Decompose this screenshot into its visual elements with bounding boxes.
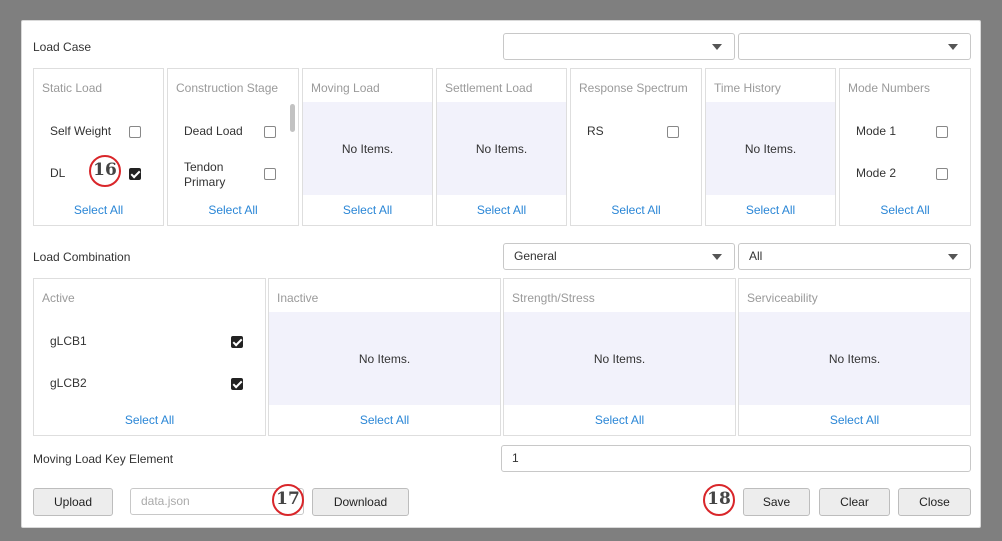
checkbox-checked[interactable] — [231, 378, 243, 390]
download-button[interactable]: Download — [312, 488, 409, 516]
panel-list: No Items. — [706, 102, 835, 195]
save-button[interactable]: Save — [743, 488, 810, 516]
item-label: gLCB1 — [50, 334, 87, 348]
combination-type-dropdown[interactable]: General — [503, 243, 735, 270]
select-all-link[interactable]: Select All — [840, 203, 970, 217]
list-item[interactable]: RS — [587, 124, 685, 154]
list-item[interactable]: gLCB1 — [50, 334, 249, 364]
list-item[interactable]: Self Weight — [50, 124, 147, 154]
panel-settlement-load: Settlement Load No Items. Select All — [436, 68, 567, 226]
chevron-down-icon — [712, 254, 722, 260]
list-item[interactable]: gLCB2 — [50, 376, 249, 406]
checkbox-checked[interactable] — [129, 168, 141, 180]
item-label: RS — [587, 124, 604, 138]
checkbox[interactable] — [264, 168, 276, 180]
load-case-dropdown-1[interactable] — [503, 33, 735, 60]
panel-list: No Items. — [269, 312, 500, 405]
panel-title: Serviceability — [747, 291, 818, 305]
select-all-link[interactable]: Select All — [34, 203, 163, 217]
panel-strength-stress: Strength/Stress No Items. Select All — [503, 278, 736, 436]
panel-title: Response Spectrum — [579, 81, 688, 95]
list-item[interactable]: Dead Load — [184, 124, 282, 154]
panel-inactive: Inactive No Items. Select All — [268, 278, 501, 436]
empty-message: No Items. — [475, 141, 528, 156]
annotation-marker-18: 18 — [703, 484, 735, 516]
select-all-link[interactable]: Select All — [269, 413, 500, 427]
select-all-link[interactable]: Select All — [706, 203, 835, 217]
select-all-link[interactable]: Select All — [504, 413, 735, 427]
clear-button[interactable]: Clear — [819, 488, 890, 516]
list-item[interactable]: Mode 2 — [856, 166, 954, 196]
checkbox[interactable] — [264, 126, 276, 138]
panel-title: Construction Stage — [176, 81, 279, 95]
panel-construction-stage: Construction Stage Dead Load Tendon Prim… — [167, 68, 299, 226]
load-case-dropdown-2[interactable] — [738, 33, 971, 60]
panel-time-history: Time History No Items. Select All — [705, 68, 836, 226]
checkbox[interactable] — [936, 168, 948, 180]
chevron-down-icon — [712, 44, 722, 50]
panel-list: No Items. — [739, 312, 970, 405]
empty-message: No Items. — [358, 351, 411, 366]
panel-title: Active — [42, 291, 75, 305]
chevron-down-icon — [948, 254, 958, 260]
item-label: Mode 1 — [856, 124, 897, 138]
dropdown-value: General — [514, 249, 557, 263]
checkbox[interactable] — [129, 126, 141, 138]
panel-title: Moving Load — [311, 81, 380, 95]
panel-mode-numbers: Mode Numbers Mode 1 Mode 2 Select All — [839, 68, 971, 226]
panel-list: RS — [571, 102, 701, 195]
moving-key-input[interactable]: 1 — [501, 445, 971, 472]
empty-message: No Items. — [828, 351, 881, 366]
annotation-marker-17: 17 — [272, 484, 304, 516]
load-combination-title: Load Combination — [33, 250, 131, 264]
select-all-link[interactable]: Select All — [303, 203, 432, 217]
empty-message: No Items. — [341, 141, 394, 156]
item-label: gLCB2 — [50, 376, 87, 390]
select-all-link[interactable]: Select All — [437, 203, 566, 217]
panel-title: Time History — [714, 81, 781, 95]
panel-title: Static Load — [42, 81, 103, 95]
item-label: Tendon Primary — [184, 160, 226, 189]
checkbox[interactable] — [667, 126, 679, 138]
select-all-link[interactable]: Select All — [571, 203, 701, 217]
upload-button[interactable]: Upload — [33, 488, 113, 516]
panel-list: No Items. — [504, 312, 735, 405]
select-all-link[interactable]: Select All — [34, 413, 265, 427]
checkbox[interactable] — [936, 126, 948, 138]
panel-title: Mode Numbers — [848, 81, 931, 95]
panel-list: Mode 1 Mode 2 — [840, 102, 970, 195]
panel-title: Strength/Stress — [512, 291, 595, 305]
panel-list: No Items. — [437, 102, 566, 195]
load-selection-dialog: Load Case Static Load Self Weight DL Sel… — [21, 20, 981, 528]
load-case-title: Load Case — [33, 40, 92, 54]
close-button[interactable]: Close — [898, 488, 971, 516]
combination-filter-dropdown[interactable]: All — [738, 243, 971, 270]
list-item[interactable]: Tendon Primary — [184, 160, 278, 190]
moving-key-label: Moving Load Key Element — [33, 452, 174, 466]
select-all-link[interactable]: Select All — [739, 413, 970, 427]
panel-static-load: Static Load Self Weight DL Select All — [33, 68, 164, 226]
item-label: Self Weight — [50, 124, 112, 138]
chevron-down-icon — [948, 44, 958, 50]
dropdown-value: All — [749, 249, 763, 263]
panel-serviceability: Serviceability No Items. Select All — [738, 278, 971, 436]
item-label: DL — [50, 166, 66, 180]
panel-moving-load: Moving Load No Items. Select All — [302, 68, 433, 226]
panel-title: Settlement Load — [445, 81, 533, 95]
panel-title: Inactive — [277, 291, 319, 305]
panel-list: gLCB1 gLCB2 — [34, 312, 265, 405]
item-label: Mode 2 — [856, 166, 897, 180]
select-all-link[interactable]: Select All — [168, 203, 298, 217]
list-item[interactable]: Mode 1 — [856, 124, 954, 154]
panel-list: No Items. — [303, 102, 432, 195]
checkbox-checked[interactable] — [231, 336, 243, 348]
panel-active: Active gLCB1 gLCB2 Select All — [33, 278, 266, 436]
annotation-marker-16: 16 — [89, 155, 121, 187]
empty-message: No Items. — [744, 141, 797, 156]
panel-response-spectrum: Response Spectrum RS Select All — [570, 68, 702, 226]
empty-message: No Items. — [593, 351, 646, 366]
item-label: Dead Load — [184, 124, 243, 138]
panel-list: Dead Load Tendon Primary — [168, 102, 298, 195]
